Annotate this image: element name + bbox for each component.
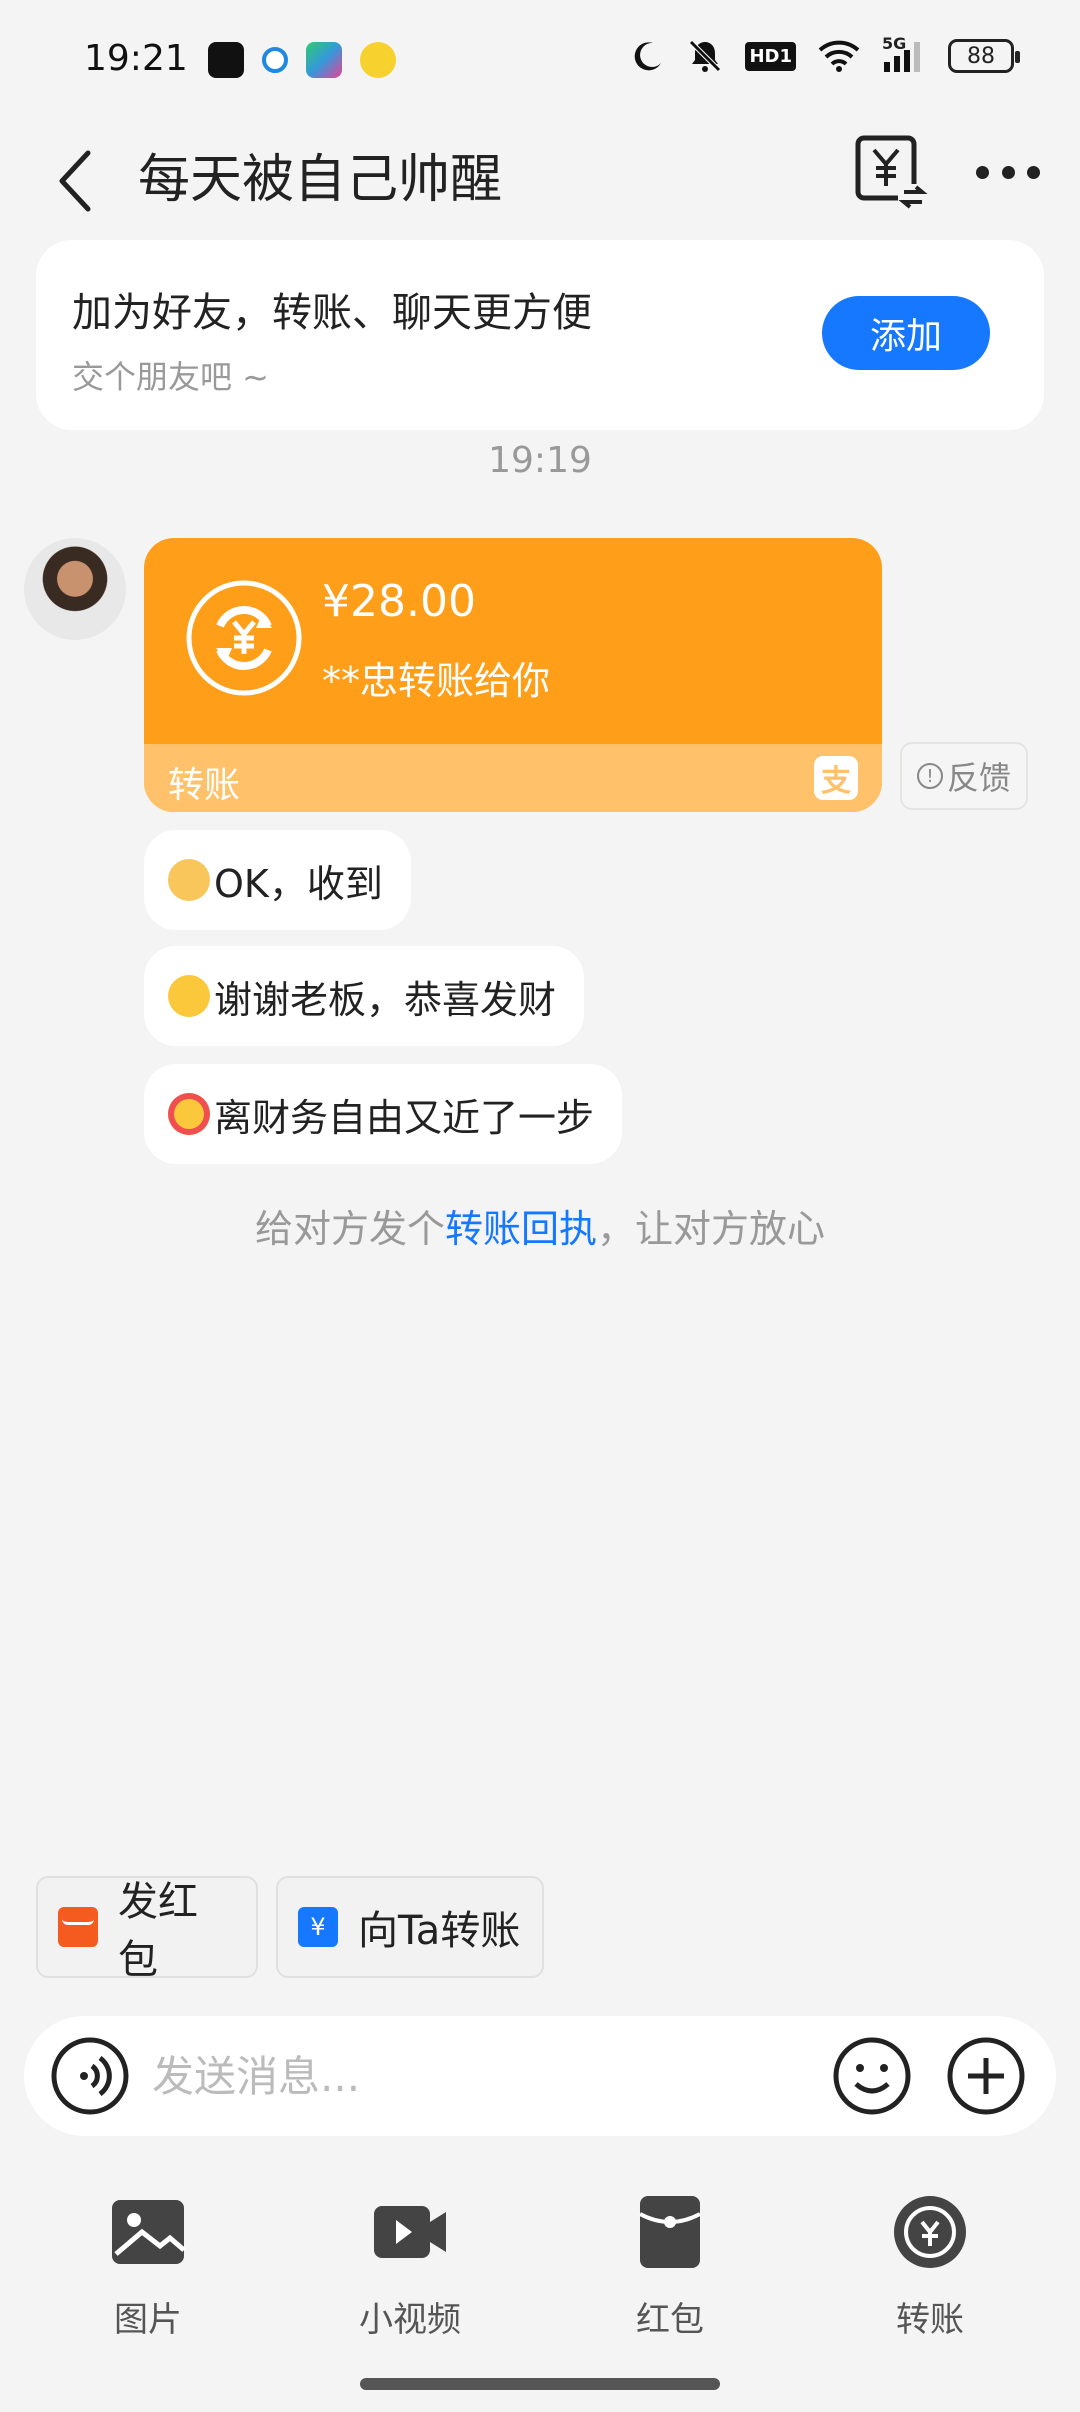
status-icons: HD1 5G 88 — [631, 34, 1020, 74]
feedback-button[interactable]: ! 反馈 — [900, 742, 1028, 810]
panel-label: 小视频 — [359, 2300, 461, 2340]
add-friend-title: 加为好友，转账、聊天更方便 — [72, 290, 592, 336]
receipt-tip-after: ，让对方放心 — [597, 1207, 826, 1251]
add-friend-subtitle: 交个朋友吧 ~ — [72, 358, 269, 396]
message-text: OK，收到 — [214, 861, 383, 906]
dewu-app-icon — [208, 42, 244, 78]
transfer-yuan-icon: ¥ — [298, 1907, 338, 1947]
message-timestamp: 19:19 — [488, 440, 592, 481]
home-indicator[interactable] — [360, 2378, 720, 2390]
emoji-icon[interactable] — [832, 2036, 912, 2116]
transfer-card-footer: 转账 支 — [144, 744, 882, 812]
hand-over-mouth-emoji-icon — [168, 975, 210, 1017]
star-struck-emoji-icon — [168, 1093, 210, 1135]
more-button[interactable] — [976, 142, 1040, 202]
transfer-amount: ¥28.00 — [322, 576, 476, 627]
voice-icon[interactable] — [50, 2036, 130, 2116]
transfer-to-them-button[interactable]: ¥ 向Ta转账 — [276, 1876, 544, 1978]
message-input-bar — [24, 2016, 1056, 2136]
moon-icon — [631, 38, 665, 74]
battery-indicator: 88 — [948, 39, 1020, 73]
ok-hand-emoji-icon — [168, 859, 210, 901]
panel-label: 图片 — [114, 2300, 182, 2340]
message-bubble[interactable]: 离财务自由又近了一步 — [144, 1064, 623, 1164]
chat-header: 每天被自己帅醒 — [0, 120, 1080, 240]
transfer-to-them-label: 向Ta转账 — [358, 1908, 521, 1954]
chat-title: 每天被自己帅醒 — [138, 150, 503, 210]
wifi-icon — [818, 38, 860, 74]
info-icon: ! — [916, 763, 943, 789]
transfer-label: 转账 — [168, 765, 241, 806]
plus-icon[interactable] — [946, 2036, 1026, 2116]
video-app-icon — [306, 42, 342, 78]
receipt-tip-before: 给对方发个 — [254, 1207, 445, 1251]
transfer-description: **忠转账给你 — [322, 659, 551, 703]
transfer-receipt-link[interactable]: 转账回执 — [445, 1207, 597, 1251]
signal-5g-icon: 5G — [882, 34, 926, 74]
battery-level: 88 — [967, 43, 995, 69]
panel-item-transfer[interactable]: 转账 — [830, 2192, 1030, 2341]
red-packet-icon — [58, 1907, 98, 1947]
game-app-icon — [360, 42, 396, 78]
transfer-circle-icon — [186, 580, 302, 696]
message-text: 离财务自由又近了一步 — [214, 1095, 595, 1140]
hd-icon: HD1 — [745, 38, 796, 74]
more-dot — [1027, 165, 1040, 179]
transfer-header-button[interactable] — [852, 132, 928, 212]
add-friend-card: 加为好友，转账、聊天更方便 交个朋友吧 ~ 添加 — [36, 240, 1044, 430]
transfer-receipt-tip: 给对方发个转账回执，让对方放心 — [0, 1198, 1080, 1253]
send-red-packet-button[interactable]: 发红包 — [36, 1876, 258, 1983]
add-friend-button[interactable]: 添加 — [822, 296, 990, 370]
chevron-left-icon — [59, 150, 91, 212]
avatar[interactable] — [24, 538, 126, 640]
message-bubble[interactable]: OK，收到 — [144, 830, 411, 930]
send-red-packet-label: 发红包 — [118, 1879, 198, 1983]
panel-label: 红包 — [636, 2300, 704, 2340]
more-dot — [1001, 165, 1015, 179]
status-time: 19:21 — [84, 38, 188, 79]
notification-app-icons — [208, 42, 396, 78]
attachment-panel: 图片 小视频 红包 转账 — [0, 2172, 1080, 2412]
mute-bell-icon — [687, 38, 723, 74]
message-bubble[interactable]: 谢谢老板，恭喜发财 — [144, 946, 585, 1046]
yuan-transfer-icon — [855, 135, 928, 210]
alipay-logo-icon: 支 — [814, 756, 858, 800]
transfer-message-card[interactable]: ¥28.00 **忠转账给你 转账 支 — [144, 538, 882, 812]
feedback-label: 反馈 — [946, 759, 1011, 797]
transfer-icon — [894, 2196, 966, 2268]
panel-item-image[interactable]: 图片 — [48, 2192, 248, 2341]
status-bar: 19:21 HD1 5G 88 — [0, 0, 1080, 120]
more-dot — [976, 165, 989, 179]
search-app-icon — [262, 47, 288, 73]
video-icon — [374, 2206, 446, 2258]
panel-item-red-packet[interactable]: 红包 — [570, 2192, 770, 2341]
back-button[interactable] — [44, 136, 104, 226]
panel-label: 转账 — [896, 2300, 964, 2340]
message-text: 谢谢老板，恭喜发财 — [214, 977, 557, 1022]
red-packet-icon — [639, 2196, 701, 2268]
hd-label: HD1 — [745, 41, 796, 71]
message-input[interactable] — [152, 2040, 832, 2112]
image-icon — [112, 2200, 186, 2264]
panel-item-video[interactable]: 小视频 — [310, 2192, 510, 2341]
